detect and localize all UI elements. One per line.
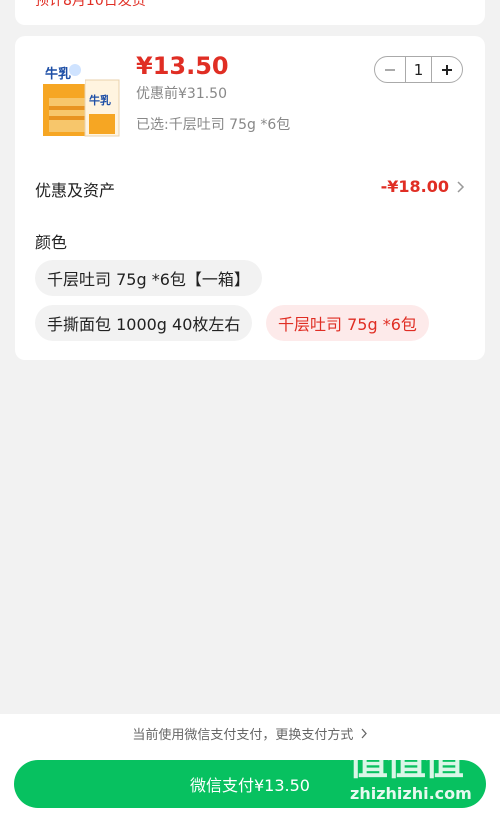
color-option[interactable]: 手撕面包 1000g 40枚左右 <box>35 305 253 341</box>
chevron-right-icon <box>361 728 367 739</box>
minus-icon <box>385 68 395 71</box>
product-image[interactable]: 牛乳 牛乳 <box>35 58 125 148</box>
svg-text:牛乳: 牛乳 <box>45 66 71 82</box>
quantity-stepper: 1 <box>374 56 463 83</box>
decrease-button[interactable] <box>375 57 405 82</box>
color-option-label: 手撕面包 1000g 40枚左右 <box>47 315 241 334</box>
selected-variant: 已选:千层吐司 75g *6包 <box>136 117 291 133</box>
color-section-title: 颜色 <box>35 233 68 252</box>
payment-bar: 当前使用微信支付支付，更换支付方式 微信支付¥13.50 <box>0 714 500 814</box>
plus-icon <box>442 64 452 75</box>
pay-button-label: 微信支付¥13.50 <box>190 776 310 795</box>
discount-value: -¥18.00 <box>380 177 449 196</box>
product-card: 牛乳 牛乳 ¥13.50 优惠前¥31.50 已选:千层吐司 75g *6包 1… <box>15 36 485 360</box>
change-payment-link[interactable]: 当前使用微信支付支付，更换支付方式 <box>0 724 500 743</box>
original-price: 优惠前¥31.50 <box>136 86 227 102</box>
color-option-selected[interactable]: 千层吐司 75g *6包 <box>266 305 429 341</box>
discount-row[interactable]: 优惠及资产 -¥18.00 <box>35 177 465 200</box>
svg-text:牛乳: 牛乳 <box>89 93 111 107</box>
color-option-label: 千层吐司 75g *6包【一箱】 <box>47 270 250 289</box>
shipping-estimate: 预计8月10日发货 <box>35 0 146 9</box>
payment-hint-text: 当前使用微信支付支付，更换支付方式 <box>132 728 354 743</box>
chevron-right-icon <box>457 181 465 193</box>
color-option-label: 千层吐司 75g *6包 <box>278 315 417 334</box>
color-option[interactable]: 千层吐司 75g *6包【一箱】 <box>35 260 262 296</box>
product-price: ¥13.50 <box>136 52 229 80</box>
discount-label: 优惠及资产 <box>35 181 116 200</box>
quantity-value[interactable]: 1 <box>405 57 432 82</box>
wechat-pay-button[interactable]: 微信支付¥13.50 <box>14 760 486 808</box>
shipping-card: 预计8月10日发货 <box>15 0 485 25</box>
increase-button[interactable] <box>432 57 462 82</box>
